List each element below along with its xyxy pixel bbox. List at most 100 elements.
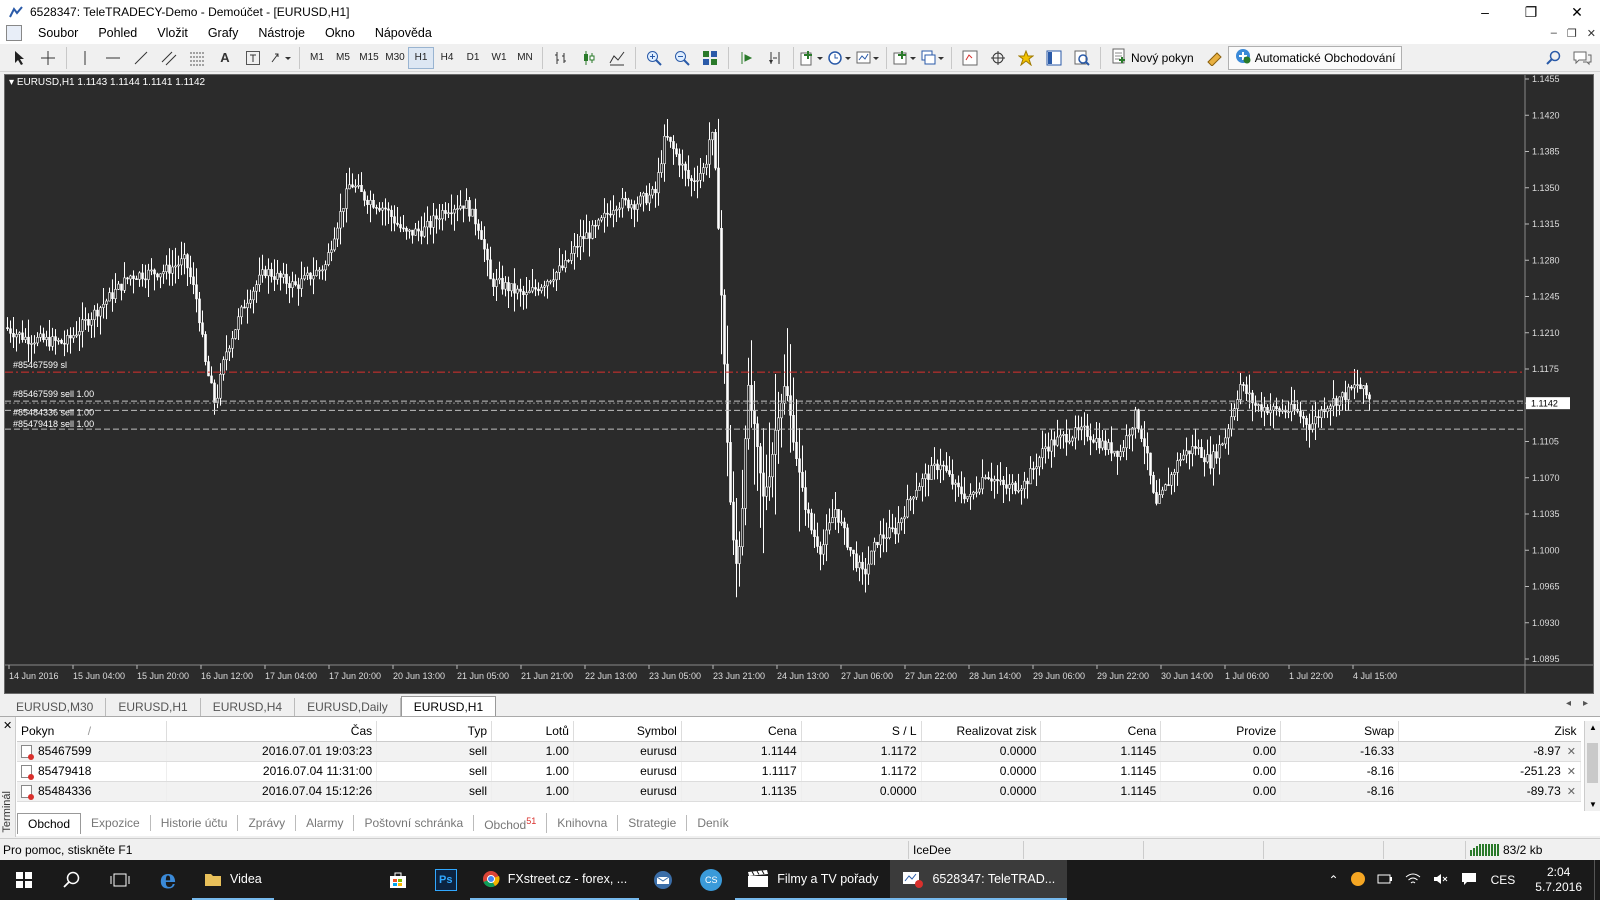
templates-dropdown-icon[interactable]: [856, 46, 880, 70]
minimize-button[interactable]: –: [1462, 0, 1508, 24]
column-header-cas[interactable]: Čas: [166, 721, 378, 742]
menu-grafy[interactable]: Grafy: [198, 22, 249, 44]
timeframe-w1[interactable]: W1: [486, 47, 512, 69]
chart-canvas[interactable]: 1.1455 1.1420 1.1385 1.1350 1.1315 1.1280 1.12…: [5, 75, 1593, 693]
taskbar-app-chrome[interactable]: FXstreet.cz - forex, ...: [469, 860, 640, 900]
tab-postovni-schranka[interactable]: Poštovní schránka: [354, 815, 475, 831]
restore-button[interactable]: ❐: [1508, 0, 1554, 24]
taskbar-app-metatrader[interactable]: 6528347: TeleTRAD...: [890, 860, 1068, 900]
periods-dropdown-icon[interactable]: [828, 46, 852, 70]
chart-tab-eurusd-h1[interactable]: EURUSD,H1: [106, 698, 201, 716]
chart-tab-eurusd-m30[interactable]: EURUSD,M30: [4, 698, 107, 716]
menu-soubor[interactable]: Soubor: [28, 22, 88, 44]
data-window-icon[interactable]: [1042, 46, 1066, 70]
tray-chevron-icon[interactable]: ⌃: [1323, 873, 1345, 887]
wifi-icon[interactable]: [1399, 873, 1427, 888]
arrows-dropdown-icon[interactable]: [269, 46, 293, 70]
cursor-icon[interactable]: [8, 46, 32, 70]
tabs-scroll-right-icon[interactable]: ▸: [1583, 698, 1588, 709]
order-stop-loss[interactable]: 1.1172: [801, 761, 922, 782]
action-center-icon[interactable]: [1455, 872, 1483, 889]
scroll-up-icon[interactable]: ▲: [1589, 723, 1597, 732]
new-chart-icon[interactable]: [893, 46, 917, 70]
column-header-typ[interactable]: Typ: [376, 721, 492, 742]
indicators-dropdown-icon[interactable]: [800, 46, 824, 70]
column-header-cena[interactable]: Cena: [681, 721, 802, 742]
equidistant-channel-icon[interactable]: [157, 46, 181, 70]
table-row[interactable]: 85467599 2016.07.01 19:03:23 sell 1.00 e…: [17, 741, 1581, 762]
timeframe-mn[interactable]: MN: [512, 47, 538, 69]
taskbar-app-films[interactable]: Filmy a TV pořady: [735, 860, 891, 900]
column-header-pokyn[interactable]: Pokyn /: [17, 721, 168, 742]
column-header-swap[interactable]: Swap: [1280, 721, 1400, 742]
chart-shift-icon[interactable]: [763, 46, 787, 70]
tab-historie-uctu[interactable]: Historie účtu: [151, 815, 239, 831]
task-view-icon[interactable]: [96, 860, 144, 900]
menu-vlozit[interactable]: Vložit: [147, 22, 198, 44]
close-button[interactable]: ✕: [1554, 0, 1600, 24]
mdi-minimize-icon[interactable]: –: [1551, 27, 1557, 40]
timeframe-m1[interactable]: M1: [304, 47, 330, 69]
tab-obchod[interactable]: Obchod: [17, 812, 82, 834]
crosshair-icon[interactable]: [36, 46, 60, 70]
table-row[interactable]: 85484336 2016.07.04 15:12:26 sell 1.00 e…: [17, 781, 1581, 802]
text-tool-icon[interactable]: A: [213, 46, 237, 70]
timeframe-d1[interactable]: D1: [460, 47, 486, 69]
tab-denik[interactable]: Deník: [687, 815, 738, 831]
tab-knihovna[interactable]: Knihovna: [547, 815, 619, 831]
search-icon[interactable]: [1542, 46, 1566, 70]
fibonacci-icon[interactable]: [185, 46, 209, 70]
line-chart-icon[interactable]: [605, 46, 629, 70]
timeframe-m5[interactable]: M5: [330, 47, 356, 69]
chat-icon[interactable]: [1570, 46, 1594, 70]
order-take-profit[interactable]: 0.0000: [921, 781, 1042, 802]
timeframe-h4[interactable]: H4: [434, 47, 460, 69]
horizontal-line-icon[interactable]: [101, 46, 125, 70]
new-order-button[interactable]: Nový pokyn: [1105, 46, 1200, 70]
start-button[interactable]: [0, 860, 48, 900]
scrollbar-thumb[interactable]: [1587, 743, 1598, 783]
chart-tab-eurusd-h4[interactable]: EURUSD,H4: [201, 698, 296, 716]
column-header-lotu[interactable]: Lotů: [491, 721, 574, 742]
chart-tab-eurusd-daily[interactable]: EURUSD,Daily: [295, 698, 401, 716]
tab-alarmy[interactable]: Alarmy: [296, 815, 355, 831]
close-order-icon[interactable]: ✕: [1561, 746, 1576, 758]
experts-icon[interactable]: [1014, 46, 1038, 70]
tabs-scroll-left-icon[interactable]: ◂: [1566, 698, 1571, 709]
mdi-restore-icon[interactable]: ❐: [1567, 27, 1577, 40]
bar-chart-icon[interactable]: [549, 46, 573, 70]
collapse-triangle-icon[interactable]: ▾: [9, 77, 14, 88]
column-header-provize[interactable]: Provize: [1160, 721, 1282, 742]
column-header-zisk[interactable]: Zisk: [1398, 721, 1581, 742]
cs-app-icon[interactable]: CS: [687, 860, 735, 900]
chart-tab-eurusd-h1-active[interactable]: EURUSD,H1: [400, 696, 497, 716]
autoscroll-icon[interactable]: [735, 46, 759, 70]
scroll-down-icon[interactable]: ▼: [1589, 800, 1597, 809]
show-desktop-button[interactable]: [1594, 860, 1600, 900]
timeframe-m30[interactable]: M30: [382, 47, 408, 69]
zoom-in-icon[interactable]: [642, 46, 666, 70]
trendline-icon[interactable]: [129, 46, 153, 70]
table-row[interactable]: 85479418 2016.07.04 11:31:00 sell 1.00 e…: [17, 761, 1581, 782]
navigator-icon[interactable]: [986, 46, 1010, 70]
store-icon[interactable]: [374, 860, 422, 900]
close-order-icon[interactable]: ✕: [1561, 786, 1576, 798]
timeframe-m15[interactable]: M15: [356, 47, 382, 69]
metaeditor-icon[interactable]: [1202, 46, 1226, 70]
timeframe-h1[interactable]: H1: [408, 46, 434, 69]
tray-app-icon[interactable]: [1345, 871, 1371, 889]
photoshop-icon[interactable]: Ps: [422, 860, 470, 900]
search-taskbar-icon[interactable]: [48, 860, 96, 900]
order-take-profit[interactable]: 0.0000: [921, 761, 1042, 782]
zoom-out-icon[interactable]: [670, 46, 694, 70]
document-icon[interactable]: [6, 25, 22, 41]
tile-windows-icon[interactable]: [698, 46, 722, 70]
text-label-icon[interactable]: [241, 46, 265, 70]
tab-zpravy[interactable]: Zprávy: [238, 815, 297, 831]
tab-strategie[interactable]: Strategie: [618, 815, 688, 831]
menu-nastroje[interactable]: Nástroje: [248, 22, 315, 44]
order-stop-loss[interactable]: 0.0000: [801, 781, 922, 802]
column-header-symbol[interactable]: Symbol: [573, 721, 682, 742]
connection-status[interactable]: 83/2 kb: [1470, 843, 1542, 857]
auto-trading-button[interactable]: Automatické Obchodování: [1227, 45, 1403, 70]
